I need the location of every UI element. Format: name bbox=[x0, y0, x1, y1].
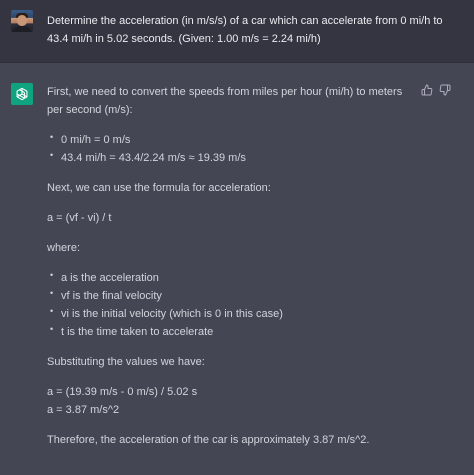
user-message: Determine the acceleration (in m/s/s) of… bbox=[0, 0, 474, 63]
list-item: t is the time taken to accelerate bbox=[47, 320, 413, 341]
conclusion-paragraph: Therefore, the acceleration of the car i… bbox=[47, 434, 370, 446]
list-item: a is the acceleration bbox=[47, 266, 413, 287]
substitute-intro: Substituting the values we have: bbox=[47, 356, 205, 368]
openai-logo-icon bbox=[11, 83, 33, 105]
where-label: where: bbox=[47, 242, 81, 254]
formula-intro: Next, we can use the formula for acceler… bbox=[47, 182, 271, 194]
thumbs-down-icon[interactable] bbox=[438, 83, 452, 97]
assistant-response: First, we need to convert the speeds fro… bbox=[47, 83, 413, 461]
calculation-line: a = 3.87 m/s^2 bbox=[47, 404, 120, 416]
user-question-text: Determine the acceleration (in m/s/s) of… bbox=[47, 15, 443, 45]
intro-paragraph: First, we need to convert the speeds fro… bbox=[47, 86, 403, 116]
user-avatar bbox=[11, 10, 33, 32]
thumbs-up-icon[interactable] bbox=[420, 83, 434, 97]
list-item: 0 mi/h = 0 m/s bbox=[47, 128, 413, 149]
list-item: vi is the initial velocity (which is 0 i… bbox=[47, 302, 413, 323]
formula: a = (vf - vi) / t bbox=[47, 212, 112, 224]
list-item: 43.4 mi/h = 43.4/2.24 m/s ≈ 19.39 m/s bbox=[47, 146, 413, 167]
chat-page: Determine the acceleration (in m/s/s) of… bbox=[0, 0, 474, 475]
assistant-message: First, we need to convert the speeds fro… bbox=[0, 63, 474, 475]
calculation-block: a = (19.39 m/s - 0 m/s) / 5.02 s a = 3.8… bbox=[47, 383, 413, 419]
calculation-line: a = (19.39 m/s - 0 m/s) / 5.02 s bbox=[47, 386, 198, 398]
conversion-list: 0 mi/h = 0 m/s 43.4 mi/h = 43.4/2.24 m/s… bbox=[47, 128, 413, 167]
list-item: vf is the final velocity bbox=[47, 284, 413, 305]
definition-list: a is the acceleration vf is the final ve… bbox=[47, 266, 413, 341]
